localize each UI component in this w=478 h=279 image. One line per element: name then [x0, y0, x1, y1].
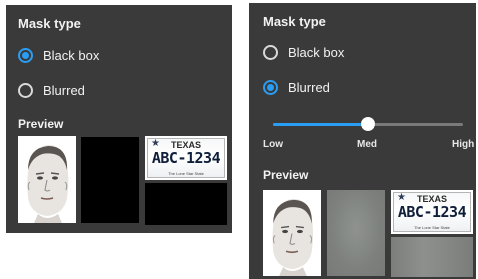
mask-type-title: Mask type — [263, 14, 326, 29]
face-preview-image — [263, 190, 321, 276]
plate-number-text: ABC-1234 — [397, 203, 467, 221]
blur-strength-slider[interactable] — [273, 117, 463, 131]
plate-slogan-text: The Lone Star State — [414, 225, 450, 230]
radio-option-black-box[interactable]: Black box — [18, 48, 99, 63]
plate-number-text: ABC-1234 — [151, 149, 221, 167]
radio-checked-icon[interactable] — [263, 80, 278, 95]
preview-label: Preview — [263, 168, 309, 182]
slider-label-low: Low — [263, 139, 283, 150]
license-plate-preview: ★ TEXAS ABC-1234 The Lone Star State — [145, 136, 227, 180]
radio-label: Black box — [288, 45, 345, 60]
plate-border: ★ TEXAS ABC-1234 The Lone Star State — [393, 192, 471, 232]
mask-settings-panel-black-box: Mask type Black box Blurred Preview ★ TE… — [6, 5, 232, 233]
slider-fill — [273, 123, 368, 126]
blurred-plate-preview — [391, 237, 473, 277]
mask-type-title: Mask type — [18, 16, 81, 31]
plate-border: ★ TEXAS ABC-1234 The Lone Star State — [147, 138, 225, 178]
radio-label: Blurred — [43, 83, 85, 98]
face-sketch-icon — [18, 136, 76, 223]
radio-unchecked-icon[interactable] — [18, 83, 33, 98]
radio-checked-icon[interactable] — [18, 48, 33, 63]
slider-label-high: High — [452, 139, 475, 150]
radio-label: Black box — [43, 48, 100, 63]
face-preview-image — [18, 136, 76, 223]
plate-slogan-text: The Lone Star State — [168, 171, 204, 176]
radio-option-black-box[interactable]: Black box — [263, 45, 344, 60]
black-box-face-preview — [81, 137, 139, 223]
radio-label: Blurred — [288, 80, 330, 95]
mask-settings-panel-blurred: Mask type Black box Blurred Low Med High… — [249, 3, 476, 279]
license-plate-preview: ★ TEXAS ABC-1234 The Lone Star State — [391, 190, 473, 234]
face-sketch-icon — [263, 190, 321, 276]
slider-thumb-handle[interactable] — [361, 117, 375, 131]
preview-label: Preview — [18, 117, 64, 131]
blurred-face-preview — [327, 190, 385, 276]
slider-label-med: Med — [357, 139, 377, 150]
black-box-plate-preview — [145, 183, 227, 225]
radio-unchecked-icon[interactable] — [263, 45, 278, 60]
radio-option-blurred[interactable]: Blurred — [263, 80, 330, 95]
radio-option-blurred[interactable]: Blurred — [18, 83, 85, 98]
